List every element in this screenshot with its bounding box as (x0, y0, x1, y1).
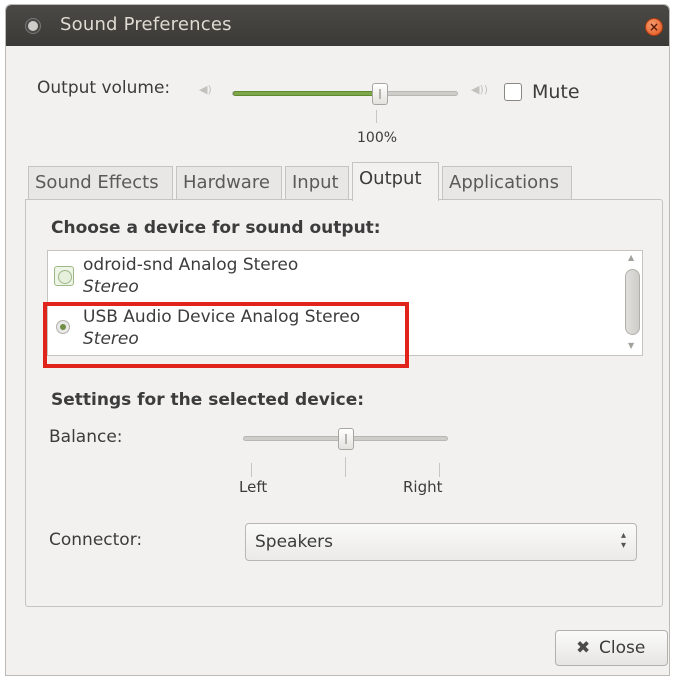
speaker-icon (28, 21, 38, 31)
tab-hardware[interactable]: Hardware (176, 166, 282, 200)
connector-value: Speakers (255, 532, 334, 552)
balance-right-label: Right (403, 478, 443, 496)
scroll-up-icon[interactable]: ▲ (628, 253, 634, 262)
device-name: odroid-snd Analog Stereo (83, 255, 299, 275)
connector-label: Connector: (49, 530, 143, 550)
window-title: Sound Preferences (60, 14, 232, 35)
choose-device-heading: Choose a device for sound output: (51, 218, 381, 238)
settings-heading: Settings for the selected device: (51, 390, 365, 410)
list-item[interactable]: odroid-snd Analog Stereo Stereo (48, 251, 623, 303)
device-list-scrollbar[interactable]: ▲ ▼ (624, 253, 640, 353)
device-list: odroid-snd Analog Stereo Stereo USB Audi… (47, 250, 643, 356)
tab-output[interactable]: Output (352, 162, 439, 201)
device-profile: Stereo (83, 329, 139, 349)
device-name: USB Audio Device Analog Stereo (83, 307, 361, 327)
close-button-label: Close (599, 638, 646, 658)
balance-label: Balance: (49, 427, 123, 447)
title-bar: Sound Preferences × (6, 5, 669, 46)
volume-slider-fill (233, 91, 381, 96)
close-button[interactable]: ✖ Close (555, 630, 668, 666)
speaker-low-icon: ◀) (199, 83, 212, 96)
device-selected-radio[interactable] (56, 320, 70, 334)
scroll-thumb[interactable] (625, 269, 640, 335)
updown-arrows-icon: ▴ ▾ (620, 530, 626, 551)
sound-preferences-window: Sound Preferences × Output volume: ◀) ◀)… (5, 4, 670, 676)
close-x-icon: ✖ (576, 638, 591, 658)
volume-value: 100% (357, 130, 398, 146)
tab-input[interactable]: Input (285, 166, 349, 200)
tab-sound-effects[interactable]: Sound Effects (28, 166, 173, 200)
balance-left-label: Left (239, 478, 268, 496)
device-profile: Stereo (83, 277, 139, 297)
tab-applications[interactable]: Applications (442, 166, 572, 200)
balance-tick-left (251, 463, 252, 477)
list-item[interactable]: USB Audio Device Analog Stereo Stereo (48, 303, 623, 355)
volume-slider[interactable] (232, 91, 458, 96)
volume-tick (376, 110, 377, 123)
output-volume-label: Output volume: (37, 78, 171, 98)
scroll-down-icon[interactable]: ▼ (628, 341, 634, 350)
balance-tick-right (439, 463, 440, 477)
close-icon[interactable]: × (645, 18, 663, 36)
balance-tick-center (345, 457, 346, 477)
speaker-high-icon: ◀)) (471, 83, 489, 96)
volume-slider-knob[interactable] (372, 83, 388, 105)
device-unselected-radio[interactable] (54, 266, 74, 286)
balance-slider-knob[interactable] (338, 428, 354, 450)
mute-label: Mute (532, 81, 580, 103)
mute-checkbox[interactable] (504, 83, 522, 101)
connector-select[interactable]: Speakers ▴ ▾ (245, 523, 637, 561)
